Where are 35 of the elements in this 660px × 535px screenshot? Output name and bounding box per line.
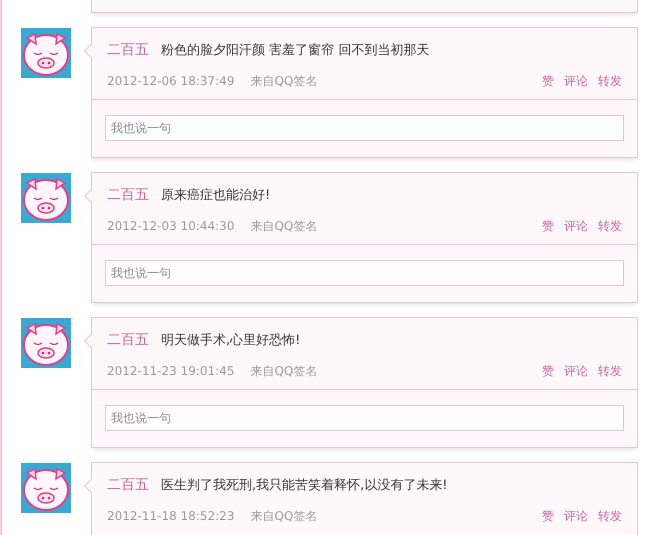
action-link[interactable]: 评论: [564, 362, 588, 380]
post-source: 来自QQ签名: [250, 362, 318, 380]
action-link[interactable]: 赞: [542, 508, 554, 524]
action-link[interactable]: 转发: [598, 218, 622, 234]
action-link[interactable]: 赞: [542, 362, 554, 380]
comment-field[interactable]: 我也说一句: [105, 405, 624, 431]
comment-field[interactable]: 我也说一句: [105, 115, 624, 141]
comment-field[interactable]: 我也说一句: [105, 260, 624, 286]
post-source: 来自QQ签名: [250, 508, 318, 524]
action-link[interactable]: 评论: [564, 72, 588, 90]
pig-avatar: [21, 28, 71, 78]
author-name[interactable]: 二百五: [107, 331, 149, 349]
post-text: 原来癌症也能治好!: [161, 187, 270, 204]
author-name[interactable]: 二百五: [107, 41, 149, 59]
post-source: 来自QQ签名: [250, 218, 318, 234]
post-text: 医生判了我死刑,我只能苦笑着释怀,以没有了未来!: [161, 477, 448, 494]
post-text: 粉色的脸夕阳汗颜 害羞了窗帘 回不到当初那天: [161, 42, 430, 59]
author-name[interactable]: 二百五: [107, 186, 149, 204]
pig-avatar: [21, 318, 71, 368]
action-link[interactable]: 赞: [542, 72, 554, 90]
author-name[interactable]: 二百五: [107, 476, 149, 494]
action-link[interactable]: 赞: [542, 218, 554, 234]
post-time: 2012-11-23 19:01:45: [107, 364, 234, 378]
post-source: 来自QQ签名: [250, 72, 318, 90]
post-time: 2012-11-18 18:52:23: [107, 509, 234, 523]
action-link[interactable]: 转发: [598, 72, 622, 90]
action-link[interactable]: 评论: [564, 508, 588, 524]
action-link[interactable]: 评论: [564, 218, 588, 234]
pig-avatar: [21, 463, 71, 513]
action-link[interactable]: 转发: [598, 508, 622, 524]
post-time: 2012-12-03 10:44:30: [107, 219, 234, 233]
pig-avatar: [21, 173, 71, 223]
post-time: 2012-12-06 18:37:49: [107, 74, 234, 88]
post-text: 明天做手术,心里好恐怖!: [161, 332, 300, 349]
action-link[interactable]: 转发: [598, 362, 622, 380]
